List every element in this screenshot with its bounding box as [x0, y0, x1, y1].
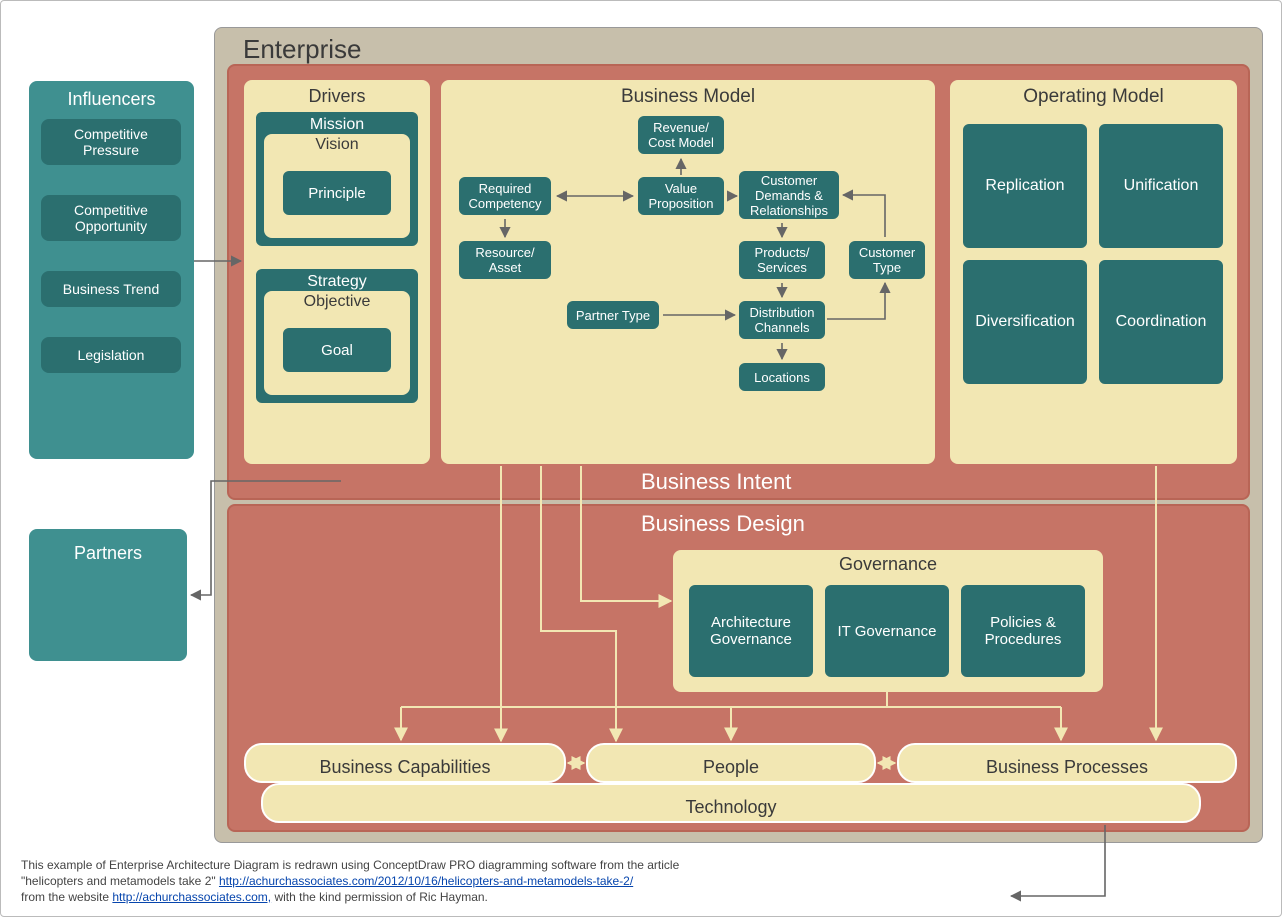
bm-demands: Customer Demands & Relationships: [737, 169, 841, 221]
footer-line3: from the website http://achurchassociate…: [21, 890, 488, 904]
bm-partner-type: Partner Type: [565, 299, 661, 331]
processes-box: Business Processes: [897, 743, 1237, 783]
drivers-title: Drivers: [244, 86, 430, 107]
enterprise-title: Enterprise: [243, 34, 362, 65]
influencers-title: Influencers: [29, 89, 194, 110]
mission-label: Mission: [256, 116, 418, 134]
gov-0: Architecture Governance: [687, 583, 815, 679]
operating-model-title: Operating Model: [950, 86, 1237, 108]
footer-line1: This example of Enterprise Architecture …: [21, 858, 679, 872]
technology-box: Technology: [261, 783, 1201, 823]
influencer-item-3: Legislation: [41, 337, 181, 373]
gov-1: IT Governance: [823, 583, 951, 679]
gov-2: Policies & Procedures: [959, 583, 1087, 679]
influencer-item-2: Business Trend: [41, 271, 181, 307]
vision-label: Vision: [264, 136, 410, 154]
bm-locations: Locations: [737, 361, 827, 393]
business-model-title: Business Model: [441, 86, 935, 108]
bm-resource: Resource/ Asset: [457, 239, 553, 281]
capabilities-box: Business Capabilities: [244, 743, 566, 783]
governance-title: Governance: [673, 554, 1103, 575]
bm-required: Required Competency: [457, 175, 553, 217]
influencer-item-1: Competitive Opportunity: [41, 195, 181, 241]
business-design-label: Business Design: [641, 511, 805, 537]
bm-products: Products/ Services: [737, 239, 827, 281]
bm-value: Value Proposition: [636, 175, 726, 217]
bm-ctype: Customer Type: [847, 239, 927, 281]
influencer-item-0: Competitive Pressure: [41, 119, 181, 165]
footer-link1[interactable]: http://achurchassociates.com/2012/10/16/…: [219, 874, 633, 888]
objective-label: Objective: [264, 293, 410, 311]
om-3: Coordination: [1097, 258, 1225, 386]
partners-label: Partners: [74, 543, 142, 564]
om-0: Replication: [961, 122, 1089, 250]
footer-link2[interactable]: http://achurchassociates.com,: [112, 890, 271, 904]
diagram-page: Enterprise Influencers Competitive Press…: [0, 0, 1282, 917]
partners-box: Partners: [29, 529, 187, 661]
bm-dist: Distribution Channels: [737, 299, 827, 341]
footer-line2: "helicopters and metamodels take 2" http…: [21, 874, 633, 888]
bm-revenue: Revenue/ Cost Model: [636, 114, 726, 156]
principle-box: Principle: [281, 169, 393, 217]
influencers-panel: Influencers Competitive Pressure Competi…: [29, 81, 194, 459]
business-intent-label: Business Intent: [641, 469, 791, 495]
om-1: Unification: [1097, 122, 1225, 250]
strategy-label: Strategy: [256, 273, 418, 291]
om-2: Diversification: [961, 258, 1089, 386]
people-box: People: [586, 743, 876, 783]
goal-box: Goal: [281, 326, 393, 374]
